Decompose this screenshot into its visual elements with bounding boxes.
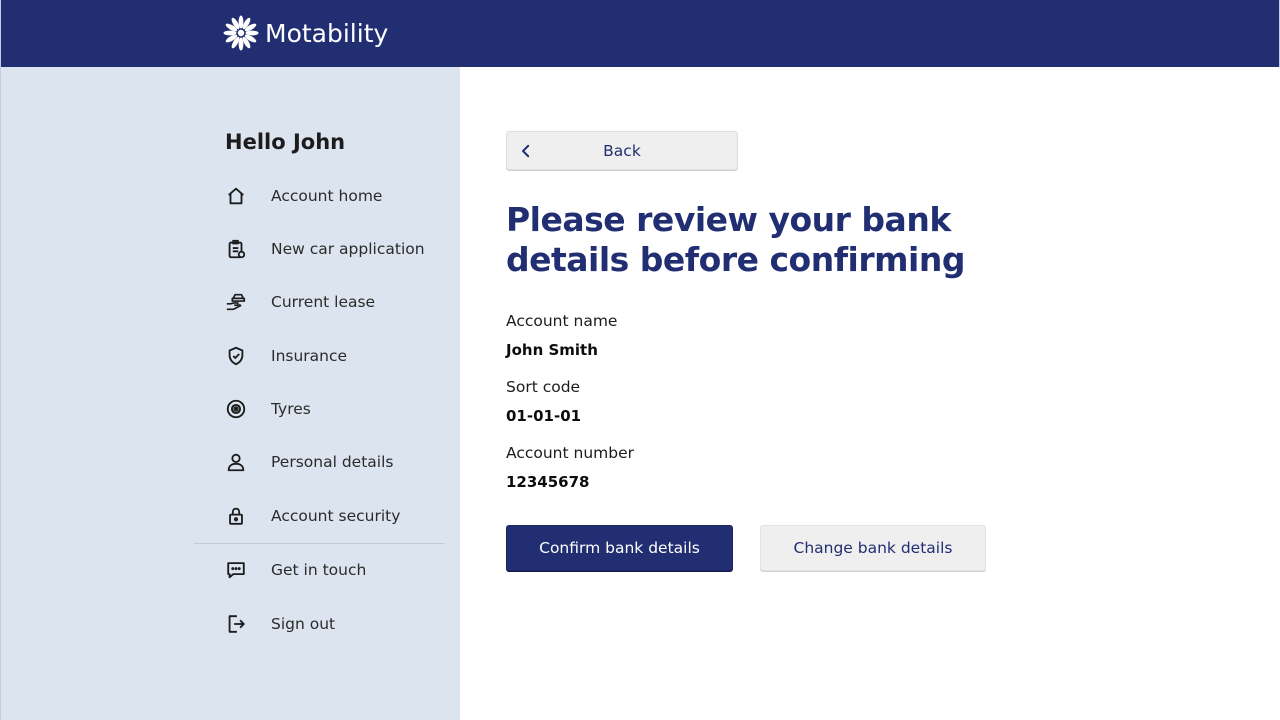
sidebar-item-account-home[interactable]: Account home [222, 180, 452, 212]
sidebar-item-label: Get in touch [271, 561, 367, 579]
chevron-left-icon [522, 144, 530, 158]
sort-code-label: Sort code [506, 378, 581, 396]
brand-logo-link[interactable]: Motability [223, 14, 388, 52]
house-icon [222, 182, 250, 210]
sidebar-item-label: Account home [271, 187, 383, 205]
back-button-label: Back [603, 141, 641, 160]
padlock-icon [222, 502, 250, 530]
sidebar-item-get-in-touch[interactable]: Get in touch [222, 554, 452, 586]
sidebar-item-label: Tyres [271, 400, 311, 418]
page-title: Please review your bank details before c… [506, 200, 965, 279]
sidebar-greeting: Hello John [225, 130, 346, 154]
sidebar-item-label: Sign out [271, 615, 336, 633]
back-button[interactable]: Back [506, 131, 738, 170]
account-name-value: John Smith [506, 341, 598, 359]
sort-code-value: 01-01-01 [506, 407, 582, 425]
account-name-label: Account name [506, 312, 618, 330]
sidebar-item-new-car-application[interactable]: New car application [222, 233, 452, 265]
sidebar-divider [194, 543, 445, 544]
sidebar-item-tyres[interactable]: Tyres [222, 393, 452, 425]
sidebar-item-account-security[interactable]: Account security [222, 500, 452, 532]
sign-out-icon [222, 610, 250, 638]
account-number-label: Account number [506, 444, 635, 462]
change-bank-details-button[interactable]: Change bank details [760, 525, 986, 571]
confirm-bank-details-button[interactable]: Confirm bank details [506, 525, 733, 571]
top-header: Motability [0, 0, 1280, 67]
sidebar-item-sign-out[interactable]: Sign out [222, 608, 452, 640]
person-icon [222, 448, 250, 476]
brand-name: Motability [265, 18, 389, 48]
sidebar-item-label: Insurance [271, 347, 348, 365]
chat-bubble-icon [222, 556, 250, 584]
sidebar-item-label: New car application [271, 240, 425, 258]
hand-car-icon [222, 288, 250, 316]
sidebar-item-personal-details[interactable]: Personal details [222, 446, 452, 478]
account-number-value: 12345678 [506, 473, 590, 491]
sidebar-item-label: Current lease [271, 293, 376, 311]
shield-check-icon [222, 342, 250, 370]
sidebar-item-label: Account security [271, 507, 401, 525]
sidebar-item-insurance[interactable]: Insurance [222, 340, 452, 372]
sidebar-item-current-lease[interactable]: Current lease [222, 286, 452, 318]
tyre-icon [222, 395, 250, 423]
sidebar-item-label: Personal details [271, 453, 394, 471]
sunburst-logo-icon [223, 15, 259, 51]
clipboard-icon [222, 235, 250, 263]
